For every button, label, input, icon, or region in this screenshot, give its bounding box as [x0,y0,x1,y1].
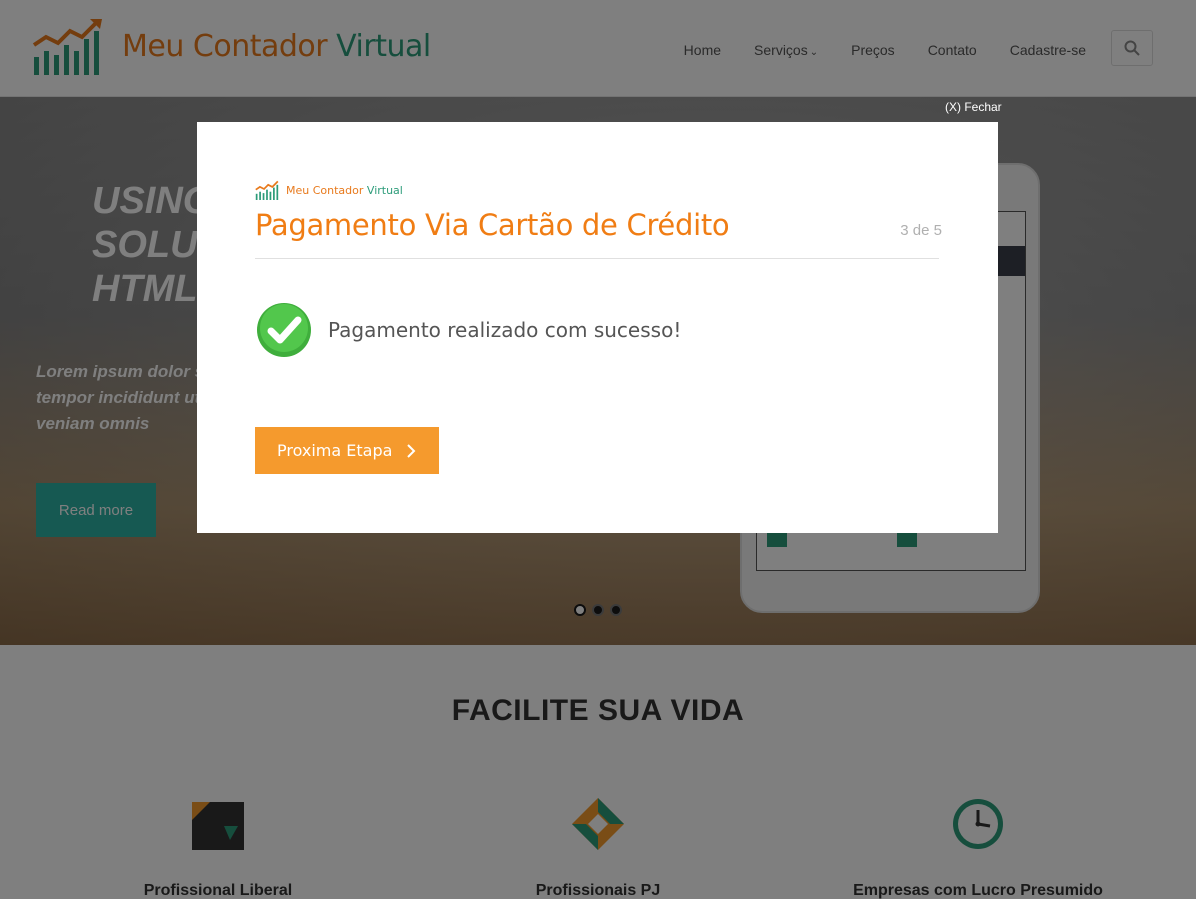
modal-logo: Meu Contador Virtual [255,180,403,200]
step-indicator: 3 de 5 [900,222,942,239]
chevron-right-icon [406,443,416,459]
close-modal-link[interactable]: (X) Fechar [945,100,1002,114]
modal-logo-text: Meu Contador Virtual [286,184,403,197]
next-step-label: Proxima Etapa [277,441,393,460]
payment-modal: Meu Contador Virtual Pagamento Via Cartã… [197,122,998,533]
bar-chart-logo-icon [255,180,279,200]
success-check-icon [257,303,311,357]
success-message: Pagamento realizado com sucesso! [328,318,682,342]
modal-logo-word-3: Virtual [366,183,403,197]
modal-logo-word-2: Contador [312,183,364,197]
modal-divider [255,258,939,259]
next-step-button[interactable]: Proxima Etapa [255,427,439,474]
modal-logo-word-1: Meu [286,183,310,197]
modal-title: Pagamento Via Cartão de Crédito [255,208,730,242]
